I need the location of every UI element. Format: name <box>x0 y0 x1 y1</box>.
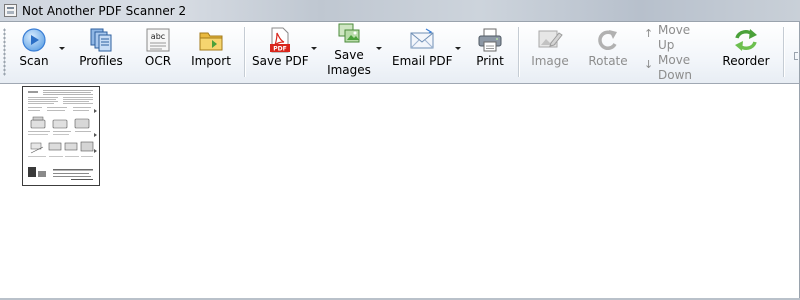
print-label: Print <box>476 54 504 68</box>
save-pdf-button[interactable]: PDF Save PDF <box>252 22 309 84</box>
printer-icon <box>478 28 502 52</box>
ocr-icon: abc <box>146 28 170 52</box>
pdf-icon-text: PDF <box>273 46 286 53</box>
import-button[interactable]: Import <box>188 22 234 84</box>
scan-label: Scan <box>19 54 49 68</box>
toolbar: Scan Profiles abc OCR Import PDF Save PD… <box>0 22 800 84</box>
profiles-button[interactable]: Profiles <box>74 22 128 84</box>
reorder-button[interactable]: Reorder <box>718 22 774 84</box>
profiles-icon <box>90 28 112 52</box>
move-up-label-line1: Move <box>658 23 691 37</box>
email-pdf-dropdown-arrow[interactable] <box>455 47 461 50</box>
save-images-label-line2: Images <box>327 63 371 77</box>
reorder-icon <box>735 29 757 51</box>
image-button[interactable]: Image <box>528 22 572 84</box>
app-window: Not Another PDF Scanner 2 Scan Profiles … <box>0 0 800 300</box>
move-down-label-line1: Move <box>658 53 691 67</box>
move-up-label-line2: Up <box>658 38 675 52</box>
scan-button[interactable]: Scan <box>10 22 58 84</box>
toolbar-grip[interactable] <box>3 28 6 76</box>
email-icon <box>410 28 434 49</box>
print-button[interactable]: Print <box>470 22 510 84</box>
import-label: Import <box>191 54 231 68</box>
arrow-up-icon: ↑ <box>644 27 654 40</box>
window-title: Not Another PDF Scanner 2 <box>22 4 187 18</box>
email-pdf-button[interactable]: Email PDF <box>392 22 453 84</box>
rotate-label: Rotate <box>588 54 628 68</box>
ocr-icon-text: abc <box>151 32 165 41</box>
save-pdf-label: Save PDF <box>252 54 309 68</box>
move-down-label-line2: Down <box>658 68 693 82</box>
move-up-button[interactable]: ↑ Move Up <box>640 22 700 52</box>
title-bar[interactable]: Not Another PDF Scanner 2 <box>0 0 800 22</box>
reorder-label: Reorder <box>722 54 770 68</box>
images-icon <box>338 23 360 43</box>
app-icon[interactable] <box>4 4 17 17</box>
ocr-button[interactable]: abc OCR <box>138 22 178 84</box>
page-thumbnail[interactable] <box>22 86 100 186</box>
save-images-label-line1: Save <box>334 48 364 62</box>
save-pdf-dropdown-arrow[interactable] <box>311 47 317 50</box>
rotate-icon <box>598 30 617 50</box>
move-down-button[interactable]: ↓ Move Down <box>640 52 700 82</box>
email-pdf-label: Email PDF <box>392 54 453 68</box>
ocr-label: OCR <box>144 54 172 68</box>
toolbar-separator <box>518 27 520 77</box>
toolbar-separator <box>244 27 246 77</box>
page-thumbnail-area[interactable] <box>0 84 800 300</box>
image-label: Image <box>531 54 569 68</box>
scan-icon <box>22 28 46 52</box>
pdf-icon: PDF <box>270 27 290 53</box>
save-images-dropdown-arrow[interactable] <box>376 47 382 50</box>
profiles-label: Profiles <box>79 54 123 68</box>
save-images-button[interactable]: Save Images <box>322 22 376 84</box>
toolbar-overflow-icon[interactable] <box>794 52 798 60</box>
toolbar-separator <box>783 27 785 77</box>
arrow-down-icon: ↓ <box>644 58 654 71</box>
folder-icon <box>199 32 223 51</box>
image-edit-icon <box>538 30 563 48</box>
rotate-button[interactable]: Rotate <box>586 22 630 84</box>
page-preview-image <box>23 87 99 185</box>
scan-dropdown-arrow[interactable] <box>59 47 65 50</box>
